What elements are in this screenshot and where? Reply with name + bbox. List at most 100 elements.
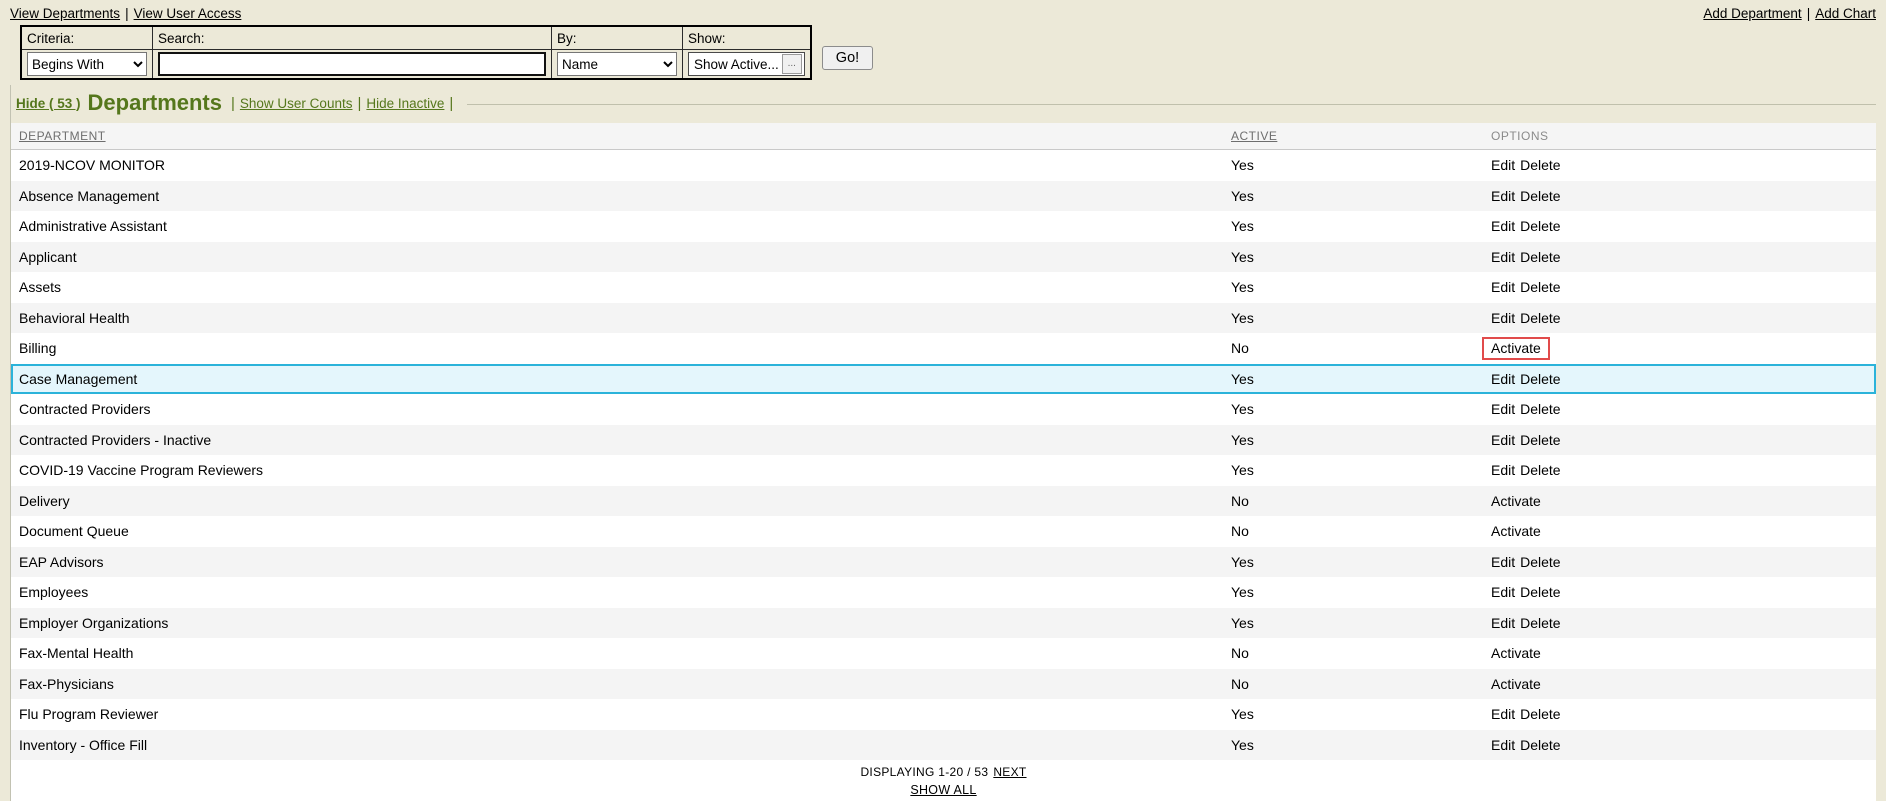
attention-highlight-box: Activate (1482, 337, 1550, 360)
options-cell: Activate (1491, 523, 1876, 539)
table-row[interactable]: DeliveryNoActivate (11, 486, 1876, 517)
activate-link[interactable]: Activate (1491, 676, 1541, 692)
edit-link[interactable]: Edit (1491, 249, 1515, 265)
delete-link[interactable]: Delete (1520, 310, 1560, 326)
edit-link[interactable]: Edit (1491, 310, 1515, 326)
hide-inactive-link[interactable]: Hide Inactive (366, 96, 444, 111)
table-row[interactable]: EmployeesYesEditDelete (11, 577, 1876, 608)
department-column-header: DEPARTMENT (11, 129, 1231, 143)
top-nav-left: View Departments|View User Access (10, 6, 241, 21)
department-cell: Case Management (11, 371, 1231, 387)
show-all-link[interactable]: SHOW ALL (910, 783, 976, 797)
active-cell: No (1231, 676, 1491, 692)
delete-link[interactable]: Delete (1520, 462, 1560, 478)
table-row[interactable]: COVID-19 Vaccine Program ReviewersYesEdi… (11, 455, 1876, 486)
add-department-link[interactable]: Add Department (1703, 6, 1801, 21)
active-cell: No (1231, 340, 1491, 356)
table-row[interactable]: Case ManagementYesEdit Delete (11, 364, 1876, 395)
table-row[interactable]: Fax-PhysiciansNoActivate (11, 669, 1876, 700)
active-cell: Yes (1231, 218, 1491, 234)
options-cell: Activate (1491, 493, 1876, 509)
table-row[interactable]: 2019-NCOV MONITORYesEditDelete (11, 150, 1876, 181)
table-row[interactable]: Document QueueNoActivate (11, 516, 1876, 547)
active-sort-link[interactable]: ACTIVE (1231, 129, 1277, 143)
hide-count-link[interactable]: Hide ( 53 ) (16, 96, 81, 111)
delete-link[interactable]: Delete (1520, 279, 1560, 295)
edit-link[interactable]: Edit (1491, 615, 1515, 631)
go-button[interactable]: Go! (822, 46, 873, 70)
delete-link[interactable]: Delete (1520, 157, 1560, 173)
edit-link[interactable]: Edit (1491, 737, 1515, 753)
options-cell: Activate (1491, 676, 1876, 692)
displaying-line: DISPLAYING 1-20 / 53NEXT (11, 765, 1876, 779)
criteria-select[interactable]: Begins With (27, 52, 147, 76)
department-sort-link[interactable]: DEPARTMENT (19, 129, 106, 143)
edit-link[interactable]: Edit (1491, 157, 1515, 173)
active-cell: Yes (1231, 615, 1491, 631)
delete-link[interactable]: Delete (1520, 249, 1560, 265)
by-select[interactable]: Name (557, 52, 677, 76)
delete-link[interactable]: Delete (1520, 554, 1560, 570)
options-cell: Edit Delete (1491, 310, 1876, 326)
pagination: DISPLAYING 1-20 / 53NEXT SHOW ALL (11, 760, 1876, 801)
active-cell: Yes (1231, 401, 1491, 417)
options-cell: Edit Delete (1491, 554, 1876, 570)
view-departments-link[interactable]: View Departments (10, 6, 120, 21)
edit-link[interactable]: Edit (1491, 371, 1515, 387)
table-row[interactable]: BillingNoActivate (11, 333, 1876, 364)
activate-link[interactable]: Activate (1491, 493, 1541, 509)
table-row[interactable]: Contracted Providers - InactiveYesEditDe… (11, 425, 1876, 456)
edit-link[interactable]: Edit (1491, 401, 1515, 417)
activate-link[interactable]: Activate (1491, 645, 1541, 661)
delete-link[interactable]: Delete (1520, 706, 1560, 722)
delete-link[interactable]: Delete (1520, 188, 1560, 204)
delete-link[interactable]: Delete (1520, 584, 1560, 600)
search-input[interactable] (158, 52, 546, 76)
delete-link[interactable]: Delete (1520, 371, 1560, 387)
table-row[interactable]: Employer OrganizationsYesEditDelete (11, 608, 1876, 639)
delete-link[interactable]: Delete (1520, 737, 1560, 753)
active-cell: Yes (1231, 188, 1491, 204)
activate-link[interactable]: Activate (1491, 523, 1541, 539)
edit-link[interactable]: Edit (1491, 432, 1515, 448)
table-row[interactable]: Administrative AssistantYesEditDelete (11, 211, 1876, 242)
department-cell: Employees (11, 584, 1231, 600)
delete-link[interactable]: Delete (1520, 218, 1560, 234)
edit-link[interactable]: Edit (1491, 584, 1515, 600)
show-filter-box[interactable]: Show Active... ... (688, 52, 805, 76)
department-cell: Assets (11, 279, 1231, 295)
table-row[interactable]: ApplicantYesEditDelete (11, 242, 1876, 273)
table-row[interactable]: AssetsYesEditDelete (11, 272, 1876, 303)
delete-link[interactable]: Delete (1520, 401, 1560, 417)
table-row[interactable]: Behavioral HealthYesEditDelete (11, 303, 1876, 334)
active-cell: No (1231, 645, 1491, 661)
show-filter-browse-button[interactable]: ... (782, 54, 802, 74)
table-row[interactable]: Fax-Mental HealthNoActivate (11, 638, 1876, 669)
table-row[interactable]: Contracted ProvidersYesEditDelete (11, 394, 1876, 425)
table-row[interactable]: EAP AdvisorsYesEditDelete (11, 547, 1876, 578)
edit-link[interactable]: Edit (1491, 188, 1515, 204)
show-user-counts-link[interactable]: Show User Counts (240, 96, 353, 111)
top-nav-right: Add Department|Add Chart (1703, 6, 1876, 21)
edit-link[interactable]: Edit (1491, 279, 1515, 295)
active-cell: Yes (1231, 432, 1491, 448)
edit-link[interactable]: Edit (1491, 706, 1515, 722)
view-user-access-link[interactable]: View User Access (134, 6, 242, 21)
edit-link[interactable]: Edit (1491, 462, 1515, 478)
active-cell: No (1231, 523, 1491, 539)
delete-link[interactable]: Delete (1520, 432, 1560, 448)
table-row[interactable]: Inventory - Office FillYesEditDelete (11, 730, 1876, 761)
table-row[interactable]: Absence ManagementYesEditDelete (11, 181, 1876, 212)
add-chart-link[interactable]: Add Chart (1815, 6, 1876, 21)
next-link[interactable]: NEXT (993, 765, 1026, 779)
delete-link[interactable]: Delete (1520, 615, 1560, 631)
header-separator: | (357, 95, 361, 112)
activate-link[interactable]: Activate (1491, 340, 1541, 356)
department-cell: COVID-19 Vaccine Program Reviewers (11, 462, 1231, 478)
department-cell: Fax-Physicians (11, 676, 1231, 692)
edit-link[interactable]: Edit (1491, 218, 1515, 234)
edit-link[interactable]: Edit (1491, 554, 1515, 570)
active-cell: Yes (1231, 371, 1491, 387)
table-row[interactable]: Flu Program ReviewerYesEditDelete (11, 699, 1876, 730)
active-cell: No (1231, 493, 1491, 509)
